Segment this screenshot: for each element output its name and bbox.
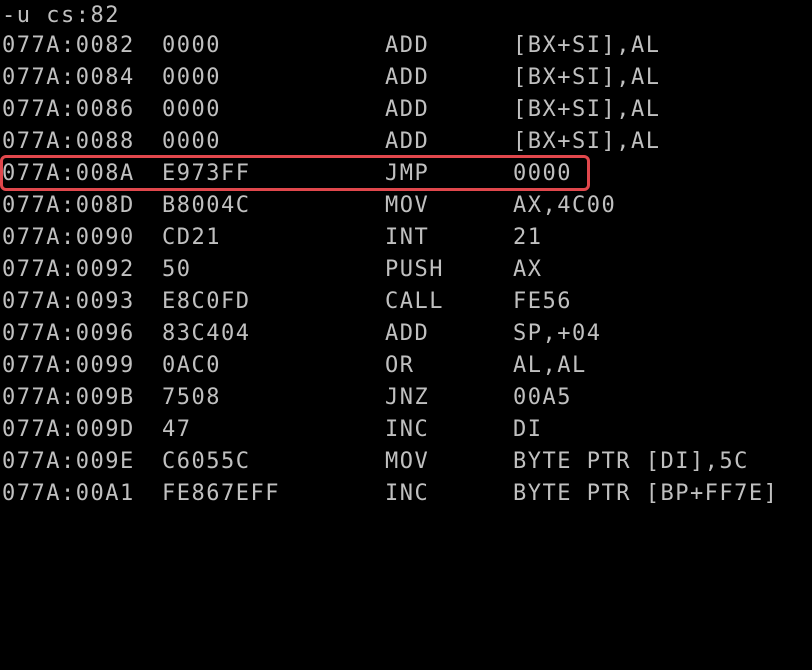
row-operands: AX,4C00 [513,193,617,218]
row-operands: BYTE PTR [DI],5C [513,449,749,474]
row-operands: [BX+SI],AL [513,129,661,154]
highlight-box [0,155,590,191]
row-bytes: FE867EFF [162,481,280,506]
disasm-row: 077A:0086 0000 ADD [BX+SI],AL [2,94,659,126]
row-bytes: C6055C [162,449,251,474]
disasm-row: 077A:009E C6055C MOV BYTE PTR [DI],5C [2,446,747,478]
row-address: 077A:009E [2,449,135,474]
row-address: 077A:0099 [2,353,135,378]
row-address: 077A:0090 [2,225,135,250]
row-bytes: E8C0FD [162,289,251,314]
row-bytes: 47 [162,417,192,442]
row-bytes: 7508 [162,385,221,410]
row-mnemonic: ADD [385,321,430,346]
row-address: 077A:0084 [2,65,135,90]
disasm-row: 077A:0096 83C404 ADD SP,+04 [2,318,600,350]
row-operands: FE56 [513,289,572,314]
row-bytes: 83C404 [162,321,251,346]
row-address: 077A:00A1 [2,481,135,506]
row-mnemonic: INT [385,225,430,250]
row-mnemonic: MOV [385,449,430,474]
disasm-row: 077A:009B 7508 JNZ 00A5 [2,382,570,414]
row-operands: [BX+SI],AL [513,33,661,58]
row-mnemonic: INC [385,481,430,506]
row-bytes: 0000 [162,65,221,90]
row-bytes: 0000 [162,33,221,58]
row-address: 077A:0086 [2,97,135,122]
row-mnemonic: OR [385,353,415,378]
row-address: 077A:009B [2,385,135,410]
row-operands: BYTE PTR [BP+FF7E] [513,481,779,506]
disasm-row: 077A:0093 E8C0FD CALL FE56 [2,286,570,318]
row-address: 077A:0092 [2,257,135,282]
disasm-row: 077A:0090 CD21 INT 21 [2,222,541,254]
disasm-row: 077A:0082 0000 ADD [BX+SI],AL [2,30,659,62]
disasm-row: 077A:0084 0000 ADD [BX+SI],AL [2,62,659,94]
debug-console: -u cs:82 077A:0082 0000 ADD [BX+SI],AL 0… [0,0,812,516]
row-bytes: 0000 [162,97,221,122]
row-operands: SP,+04 [513,321,602,346]
row-address: 077A:008D [2,193,135,218]
command-prompt: -u cs:82 [2,3,120,28]
row-address: 077A:0093 [2,289,135,314]
row-bytes: B8004C [162,193,251,218]
disasm-row: 077A:0088 0000 ADD [BX+SI],AL [2,126,659,158]
row-operands: [BX+SI],AL [513,65,661,90]
row-address: 077A:0096 [2,321,135,346]
disasm-row: 077A:00A1 FE867EFF INC BYTE PTR [BP+FF7E… [2,478,777,510]
row-mnemonic: PUSH [385,257,444,282]
row-address: 077A:0088 [2,129,135,154]
row-operands: [BX+SI],AL [513,97,661,122]
row-mnemonic: ADD [385,129,430,154]
row-mnemonic: ADD [385,65,430,90]
disasm-row: 077A:008D B8004C MOV AX,4C00 [2,190,615,222]
row-bytes: 0000 [162,129,221,154]
row-operands: 00A5 [513,385,572,410]
row-operands: DI [513,417,543,442]
row-bytes: 50 [162,257,192,282]
row-mnemonic: CALL [385,289,444,314]
disasm-row: 077A:0099 0AC0 OR AL,AL [2,350,585,382]
row-mnemonic: JNZ [385,385,430,410]
disasm-row: 077A:0092 50 PUSH AX [2,254,541,286]
row-address: 077A:0082 [2,33,135,58]
row-operands: 21 [513,225,543,250]
disasm-row: 077A:009D 47 INC DI [2,414,541,446]
command-prompt-line: -u cs:82 [2,0,118,32]
row-mnemonic: MOV [385,193,430,218]
row-operands: AL,AL [513,353,587,378]
row-mnemonic: ADD [385,97,430,122]
row-operands: AX [513,257,543,282]
row-bytes: 0AC0 [162,353,221,378]
row-address: 077A:009D [2,417,135,442]
row-bytes: CD21 [162,225,221,250]
row-mnemonic: INC [385,417,430,442]
row-mnemonic: ADD [385,33,430,58]
